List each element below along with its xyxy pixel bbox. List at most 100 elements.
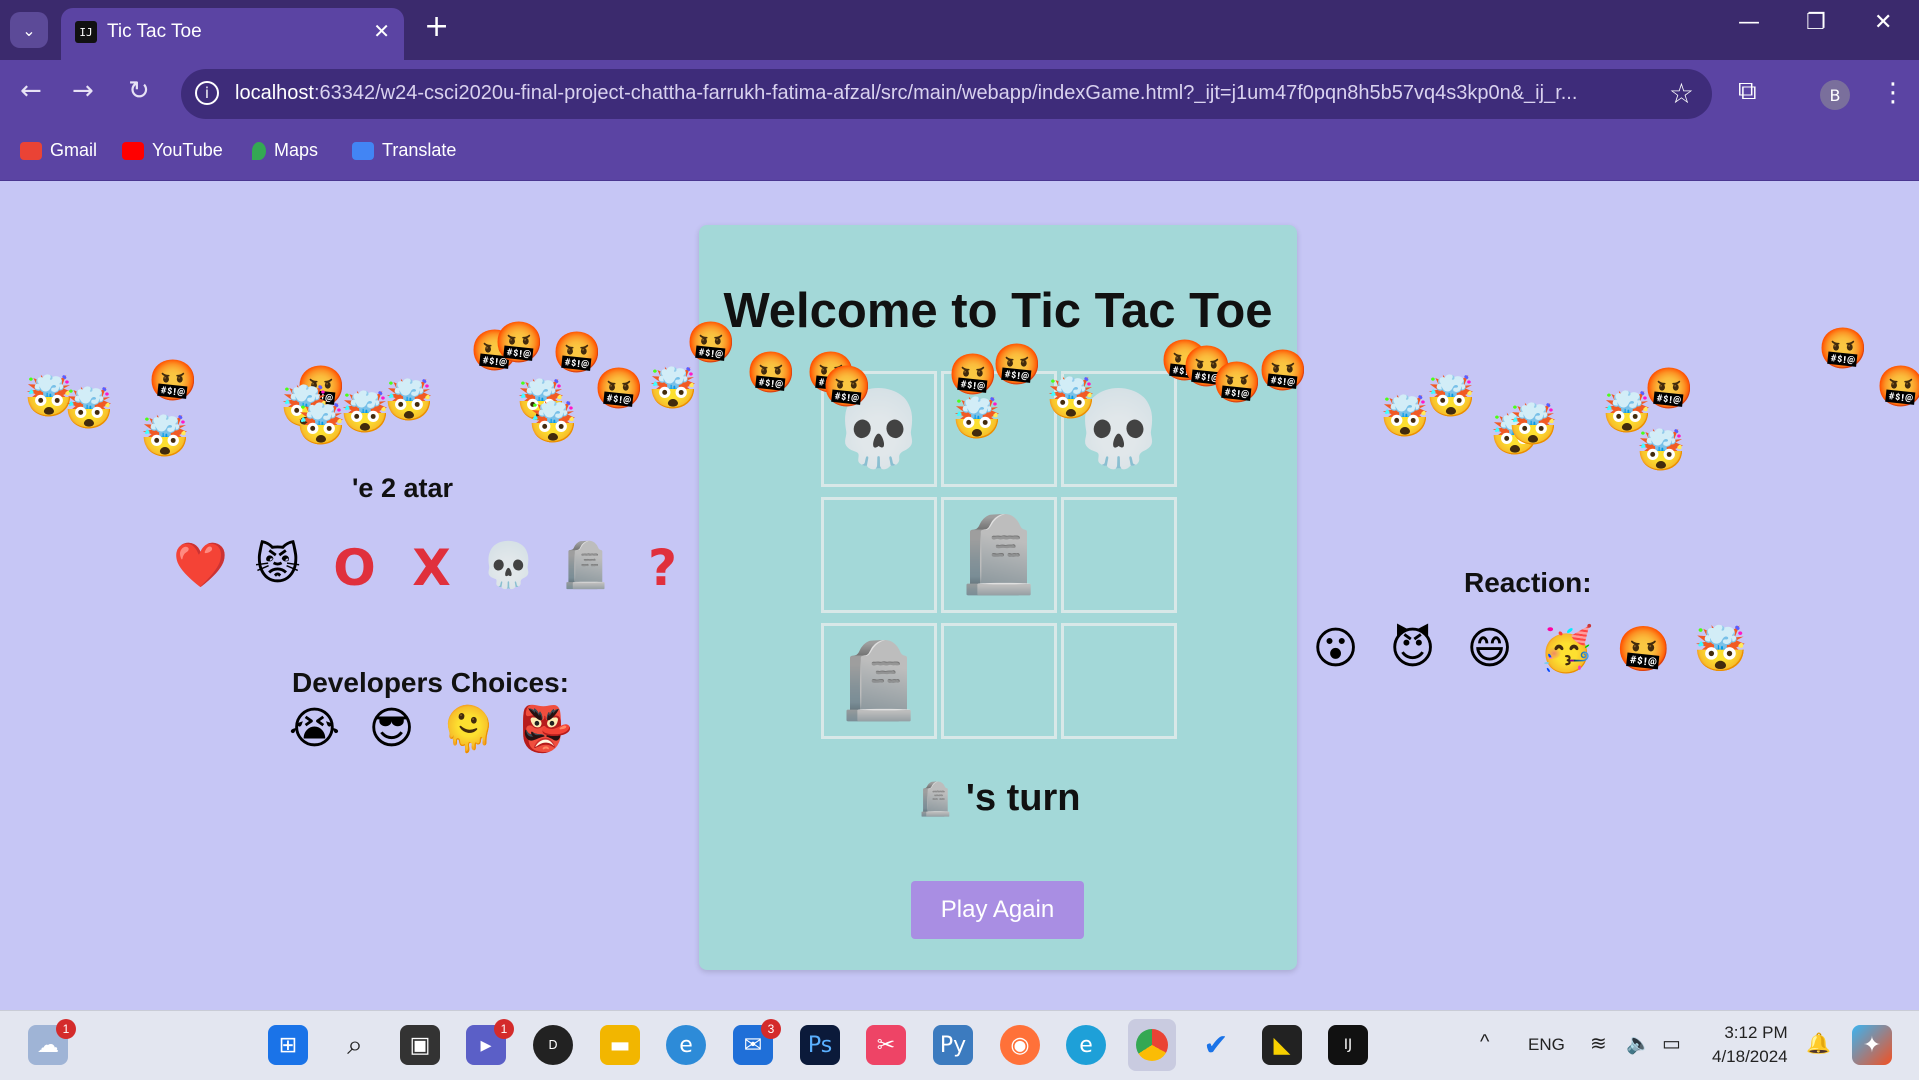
task-view-icon[interactable]: ▣ <box>400 1025 440 1065</box>
o-avatar[interactable]: O <box>316 539 393 597</box>
back-icon[interactable]: ← <box>20 78 42 104</box>
photoshop-icon[interactable]: Ps <box>800 1025 840 1065</box>
edge-beta-icon[interactable]: e <box>1066 1025 1106 1065</box>
floating-cursing-emoji: 🤬 <box>494 320 544 366</box>
python-icon[interactable]: Py <box>933 1025 973 1065</box>
windows-start-icon[interactable]: ⊞ <box>268 1025 308 1065</box>
x-avatar[interactable]: X <box>393 539 470 597</box>
minimize-icon[interactable]: — <box>1738 10 1760 35</box>
grin-reaction[interactable]: 😄 <box>1451 623 1528 675</box>
notifications-icon[interactable]: 🔔 <box>1806 1031 1831 1056</box>
reaction-choices: 😮 😈 😄 🥳 🤬 🤯 <box>1297 623 1759 675</box>
intellij-favicon-icon: IJ <box>75 21 97 43</box>
menu-icon[interactable]: ⋮ <box>1880 78 1906 108</box>
volume-icon[interactable]: 🔈 <box>1626 1031 1651 1056</box>
skull-avatar[interactable]: 💀 <box>470 539 547 597</box>
browser-tab[interactable]: IJ Tic Tac Toe ✕ <box>61 8 404 60</box>
search-icon[interactable]: ⌕ <box>335 1025 375 1065</box>
weather-icon[interactable]: ☁ 1 <box>28 1019 76 1065</box>
firefox-icon[interactable]: ◉ <box>1000 1025 1040 1065</box>
exploding-head-reaction[interactable]: 🤯 <box>1682 623 1759 675</box>
goblin-emoji[interactable]: 👺 <box>507 703 584 755</box>
close-window-icon[interactable]: ✕ <box>1874 10 1892 35</box>
restore-icon[interactable]: ❐ <box>1806 10 1826 35</box>
sticky-notes-icon[interactable]: ◣ <box>1262 1025 1302 1065</box>
bookmark-translate[interactable]: Translate <box>352 140 456 161</box>
tab-search-button[interactable]: ⌄ <box>10 12 48 48</box>
board-cell[interactable] <box>1061 623 1177 739</box>
bookmark-maps[interactable]: Maps <box>252 140 318 161</box>
floating-exploding-head-emoji: 🤯 <box>952 396 1002 442</box>
cursing-reaction[interactable]: 🤬 <box>1605 623 1682 675</box>
wifi-icon[interactable]: ≋ <box>1590 1031 1607 1056</box>
floating-cursing-emoji: 🤬 <box>1818 326 1868 372</box>
floating-exploding-head-emoji: 🤯 <box>648 366 698 412</box>
floating-cursing-emoji: 🤬 <box>992 342 1042 388</box>
board-cell[interactable] <box>821 497 937 613</box>
mail-icon[interactable]: ✉ 3 <box>733 1019 781 1065</box>
floating-cursing-emoji: 🤬 <box>148 358 198 404</box>
file-explorer-icon[interactable]: ▬ <box>600 1025 640 1065</box>
bookmark-youtube[interactable]: YouTube <box>122 140 223 161</box>
dell-icon[interactable]: D <box>533 1025 573 1065</box>
floating-exploding-head-emoji: 🤯 <box>1380 394 1430 440</box>
board-cell[interactable]: 🪦 <box>821 623 937 739</box>
bookmark-gmail[interactable]: Gmail <box>20 140 97 161</box>
youtube-icon <box>122 141 144 160</box>
floating-exploding-head-emoji: 🤯 <box>384 378 434 424</box>
board-cell[interactable] <box>941 623 1057 739</box>
chrome-icon[interactable] <box>1128 1019 1176 1071</box>
todo-icon[interactable]: ✔ <box>1196 1025 1236 1065</box>
tab-title: Tic Tac Toe <box>107 21 202 42</box>
floating-cursing-emoji: 🤬 <box>1258 348 1308 394</box>
floating-cursing-emoji: 🤬 <box>686 320 736 366</box>
address-bar[interactable]: i localhost:63342/w24-csci2020u-final-pr… <box>181 69 1712 119</box>
teams-chat-icon[interactable]: ▸ 1 <box>466 1019 514 1065</box>
melting-emoji[interactable]: 🫠 <box>430 703 507 755</box>
play-again-button[interactable]: Play Again <box>911 881 1084 939</box>
tray-overflow-icon[interactable]: ^ <box>1480 1031 1489 1054</box>
profile-avatar[interactable]: B <box>1820 80 1850 110</box>
close-tab-icon[interactable]: ✕ <box>373 19 390 43</box>
game-card: Welcome to Tic Tac Toe 💀 💀 🪦 🪦 🪦 's turn… <box>699 225 1297 970</box>
pouting-cat-avatar[interactable]: 😾 <box>239 539 316 597</box>
surprised-reaction[interactable]: 😮 <box>1297 623 1374 675</box>
turn-indicator: 🪦 's turn <box>699 777 1297 820</box>
edge-icon[interactable]: e <box>666 1025 706 1065</box>
question-avatar[interactable]: ? <box>624 539 701 597</box>
board-cell[interactable] <box>1061 497 1177 613</box>
battery-icon[interactable]: ▭ <box>1662 1031 1681 1056</box>
forward-icon[interactable]: → <box>72 78 94 104</box>
developer-choices: 😭 😎 🫠 👺 <box>276 703 584 755</box>
heart-avatar[interactable]: ❤️ <box>162 539 239 597</box>
extensions-icon[interactable]: ⧉ <box>1738 76 1757 107</box>
floating-cursing-emoji: 🤬 <box>1212 360 1262 406</box>
bookmarks-bar: Gmail YouTube Maps Translate <box>0 128 1919 181</box>
new-tab-button[interactable]: + <box>424 12 449 42</box>
party-reaction[interactable]: 🥳 <box>1528 623 1605 675</box>
bookmark-star-icon[interactable]: ☆ <box>1669 77 1694 110</box>
browser-tab-strip: ⌄ IJ Tic Tac Toe ✕ + — ❐ ✕ <box>0 0 1919 60</box>
language-indicator[interactable]: ENG <box>1528 1035 1565 1055</box>
devil-reaction[interactable]: 😈 <box>1374 623 1451 675</box>
floating-exploding-head-emoji: 🤯 <box>1636 428 1686 474</box>
avatar-choices: ❤️ 😾 O X 💀 🪦 ? <box>162 539 701 597</box>
board-cell[interactable]: 🪦 <box>941 497 1057 613</box>
reload-icon[interactable]: ↻ <box>128 78 150 104</box>
copilot-icon[interactable]: ✦ <box>1852 1025 1892 1065</box>
system-clock[interactable]: 3:12 PM 4/18/2024 <box>1712 1021 1788 1069</box>
sunglasses-emoji[interactable]: 😎 <box>353 703 430 755</box>
floating-exploding-head-emoji: 🤯 <box>64 386 114 432</box>
reaction-label: Reaction: <box>1464 567 1592 598</box>
translate-icon <box>352 141 374 160</box>
intellij-icon[interactable]: IJ <box>1328 1025 1368 1065</box>
floating-exploding-head-emoji: 🤯 <box>140 414 190 460</box>
floating-cursing-emoji: 🤬 <box>948 352 998 398</box>
floating-exploding-head-emoji: 🤯 <box>1426 374 1476 420</box>
url-text[interactable]: localhost:63342/w24-csci2020u-final-proj… <box>235 82 1665 105</box>
site-info-icon[interactable]: i <box>195 81 219 105</box>
floating-cursing-emoji: 🤬 <box>746 350 796 396</box>
headstone-avatar[interactable]: 🪦 <box>547 539 624 597</box>
snipping-tool-icon[interactable]: ✂ <box>866 1025 906 1065</box>
crying-emoji[interactable]: 😭 <box>276 703 353 755</box>
